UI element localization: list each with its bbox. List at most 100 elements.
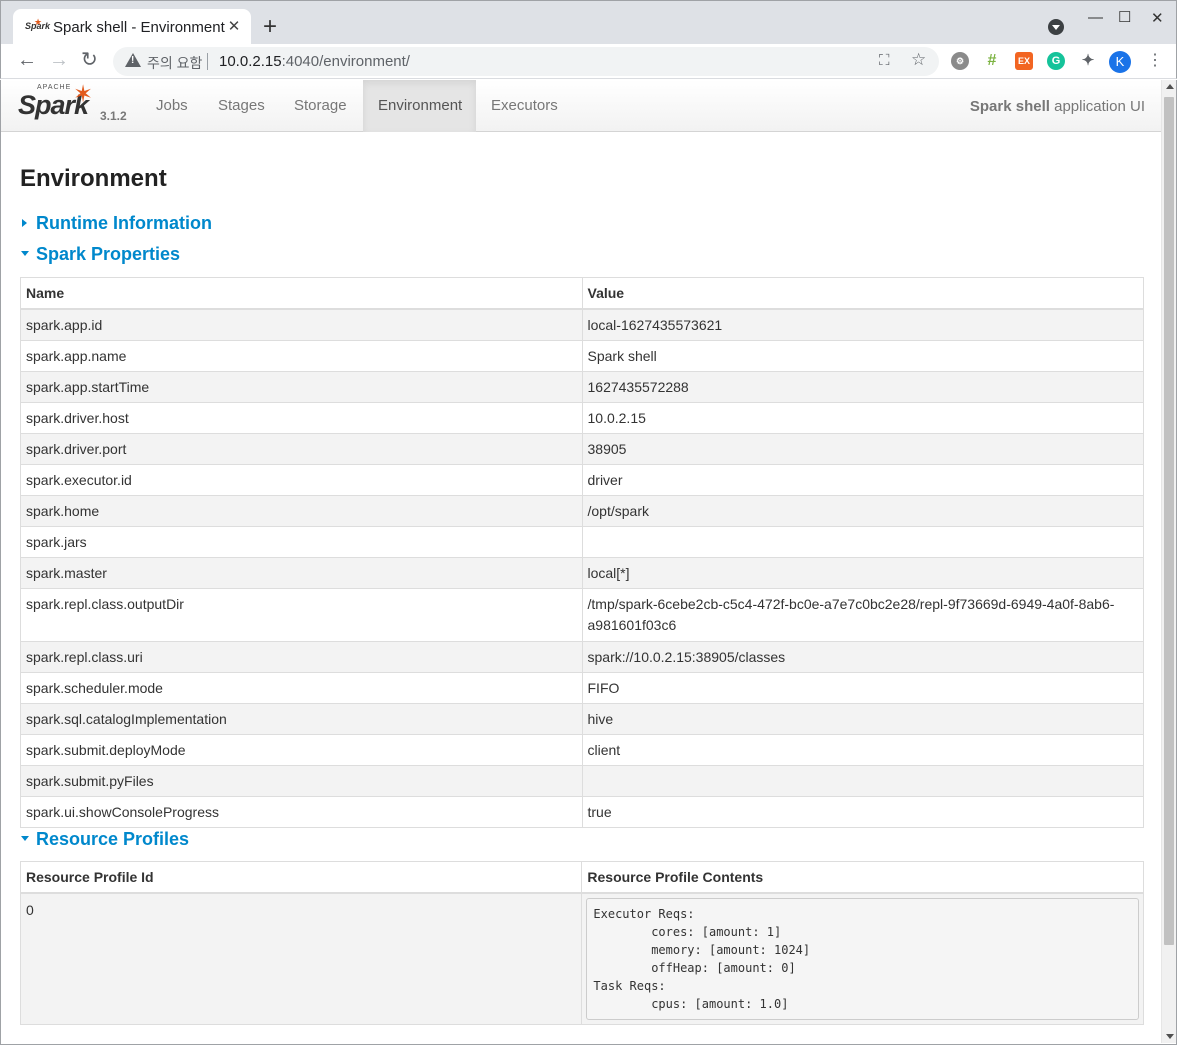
spark-properties-toggle[interactable]: Spark Properties (20, 244, 180, 265)
property-name: spark.app.startTime (20, 371, 583, 403)
runtime-information-label: Runtime Information (36, 213, 212, 233)
address-bar[interactable]: 주의 요함 10.0.2.15:4040/environment/ ⛶ ☆ (113, 47, 939, 76)
property-value (581, 526, 1144, 558)
property-value: 1627435572288 (581, 371, 1144, 403)
collapsed-arrow-icon (22, 219, 27, 228)
tab-jobs[interactable]: Jobs (141, 80, 203, 132)
table-row: spark.master local[*] (20, 557, 1144, 589)
property-name: spark.ui.showConsoleProgress (20, 796, 583, 828)
property-name: spark.executor.id (20, 464, 583, 496)
property-value: local[*] (581, 557, 1144, 589)
close-window-icon[interactable]: ✕ (1151, 9, 1164, 27)
name-column-header[interactable]: Name (20, 277, 583, 310)
spark-logo[interactable]: APACHE Spark ✶ (17, 81, 97, 128)
property-name: spark.scheduler.mode (20, 672, 583, 704)
url-text[interactable]: 10.0.2.15:4040/environment/ (219, 53, 410, 70)
page-title: Environment (20, 165, 167, 192)
property-name: spark.jars (20, 526, 583, 558)
property-name: spark.sql.catalogImplementation (20, 703, 583, 735)
tab-stages[interactable]: Stages (203, 80, 280, 132)
table-row: spark.app.id local-1627435573621 (20, 308, 1144, 341)
table-row: spark.repl.class.outputDir/tmp/spark-6ce… (20, 588, 1144, 642)
tab-close-icon[interactable]: ✕ (225, 18, 243, 36)
tab-environment[interactable]: Environment (363, 80, 476, 132)
omnibox-separator (207, 53, 208, 70)
table-row: spark.sql.catalogImplementation hive (20, 703, 1144, 735)
browser-tab[interactable]: Spark ★ Spark shell - Environment ✕ (13, 9, 251, 45)
value-column-header[interactable]: Value (581, 277, 1144, 310)
spark-favicon-icon: Spark ★ (25, 17, 51, 31)
translate-icon[interactable]: ⛶ (879, 52, 890, 69)
table-row: spark.executor.id driver (20, 464, 1144, 496)
app-name: Spark shell (969, 98, 1050, 115)
spark-navbar: APACHE Spark ✶ 3.1.2 Jobs Stages Storage… (1, 80, 1161, 132)
maximize-icon[interactable]: ☐ (1118, 8, 1131, 26)
spark-properties-table: Name Value spark.app.id local-16274355736… (20, 277, 1144, 828)
resource-profiles-toggle[interactable]: Resource Profiles (20, 829, 189, 850)
minimize-icon[interactable]: — (1088, 9, 1103, 26)
app-title: Spark shell application UI (970, 98, 1145, 115)
tab-storage[interactable]: Storage (279, 80, 362, 132)
table-row: spark.jars (20, 526, 1144, 558)
property-value: spark://10.0.2.15:38905/classes (581, 641, 1144, 673)
property-name: spark.master (20, 557, 583, 589)
property-name: spark.repl.class.uri (20, 641, 583, 673)
resource-profile-id: 0 (19, 892, 583, 1025)
browser-tabstrip: Spark ★ Spark shell - Environment ✕ + — ☐… (0, 0, 1177, 45)
url-host: 10.0.2.15 (219, 53, 282, 70)
property-value (581, 765, 1144, 797)
table-row: spark.driver.host 10.0.2.15 (20, 402, 1144, 434)
expanded-arrow-icon (21, 836, 29, 842)
table-row: spark.app.name Spark shell (20, 340, 1144, 372)
table-row: spark.repl.class.uri spark://10.0.2.15:38… (20, 641, 1144, 673)
profile-avatar[interactable]: K (1109, 51, 1131, 73)
scrollbar-thumb[interactable] (1164, 97, 1174, 945)
property-name: spark.submit.pyFiles (20, 765, 583, 797)
reload-icon[interactable]: ↻ (81, 48, 98, 72)
table-row: spark.home/opt/spark (20, 495, 1144, 527)
puzzle-icon[interactable]: ✦ (1079, 52, 1097, 70)
vertical-scrollbar[interactable] (1161, 80, 1176, 1043)
property-name: spark.submit.deployMode (20, 734, 583, 766)
runtime-information-toggle[interactable]: Runtime Information (20, 213, 212, 234)
table-row: spark.ui.showConsoleProgress true (20, 796, 1144, 828)
forward-icon[interactable]: → (49, 48, 69, 72)
property-value: 38905 (581, 433, 1144, 465)
resource-profiles-label: Resource Profiles (36, 829, 190, 849)
bookmark-star-icon[interactable]: ☆ (911, 50, 926, 70)
property-value: Spark shell (581, 340, 1144, 372)
table-header-row: Name Value (20, 277, 1144, 310)
resource-profile-contents: Executor Reqs: cores: [amount: 1] memory… (586, 898, 1139, 1020)
settings-ext-icon[interactable]: ⚙ (951, 52, 969, 70)
security-label[interactable]: 주의 요함 (147, 53, 202, 73)
property-value: hive (581, 703, 1144, 735)
page-viewport: APACHE Spark ✶ 3.1.2 Jobs Stages Storage… (0, 80, 1177, 1045)
scroll-down-icon[interactable] (1166, 1034, 1174, 1039)
new-tab-button[interactable]: + (263, 15, 277, 39)
table-row: spark.app.startTime 1627435572288 (20, 371, 1144, 403)
property-name: spark.repl.class.outputDir (20, 588, 583, 642)
expanded-arrow-icon (21, 251, 29, 257)
property-name: spark.driver.port (20, 433, 583, 465)
table-row: 0 Executor Reqs: cores: [amount: 1] memo… (19, 892, 1144, 1025)
tab-executors[interactable]: Executors (476, 80, 573, 132)
resource-profile-contents-cell: Executor Reqs: cores: [amount: 1] memory… (581, 892, 1144, 1025)
browser-toolbar: ← → ↻ 주의 요함 10.0.2.15:4040/environment/ … (0, 44, 1177, 79)
property-value: local-1627435573621 (581, 308, 1144, 341)
resource-profile-contents-header[interactable]: Resource Profile Contents (581, 861, 1144, 894)
url-path: :4040/environment/ (281, 53, 410, 70)
property-value: FIFO (581, 672, 1144, 704)
resource-profile-id-header[interactable]: Resource Profile Id (19, 861, 583, 894)
grammarly-ext-icon[interactable]: G (1047, 52, 1065, 70)
app-title-suffix: application UI (1049, 98, 1145, 115)
resource-profiles-table: Resource Profile Id Resource Profile Con… (19, 861, 1144, 1025)
back-icon[interactable]: ← (17, 48, 37, 72)
tab-search-icon[interactable] (1048, 19, 1064, 35)
property-value: /tmp/spark-6cebe2cb-c5c4-472f-bc0e-a7e7c… (581, 588, 1144, 642)
ladder-ext-icon[interactable]: # (983, 52, 1001, 70)
warning-icon[interactable] (125, 53, 141, 67)
ex-ext-icon[interactable]: EX (1015, 52, 1033, 70)
browser-menu-icon[interactable]: ⋮ (1147, 50, 1163, 72)
property-value: driver (581, 464, 1144, 496)
scroll-up-icon[interactable] (1166, 84, 1174, 89)
